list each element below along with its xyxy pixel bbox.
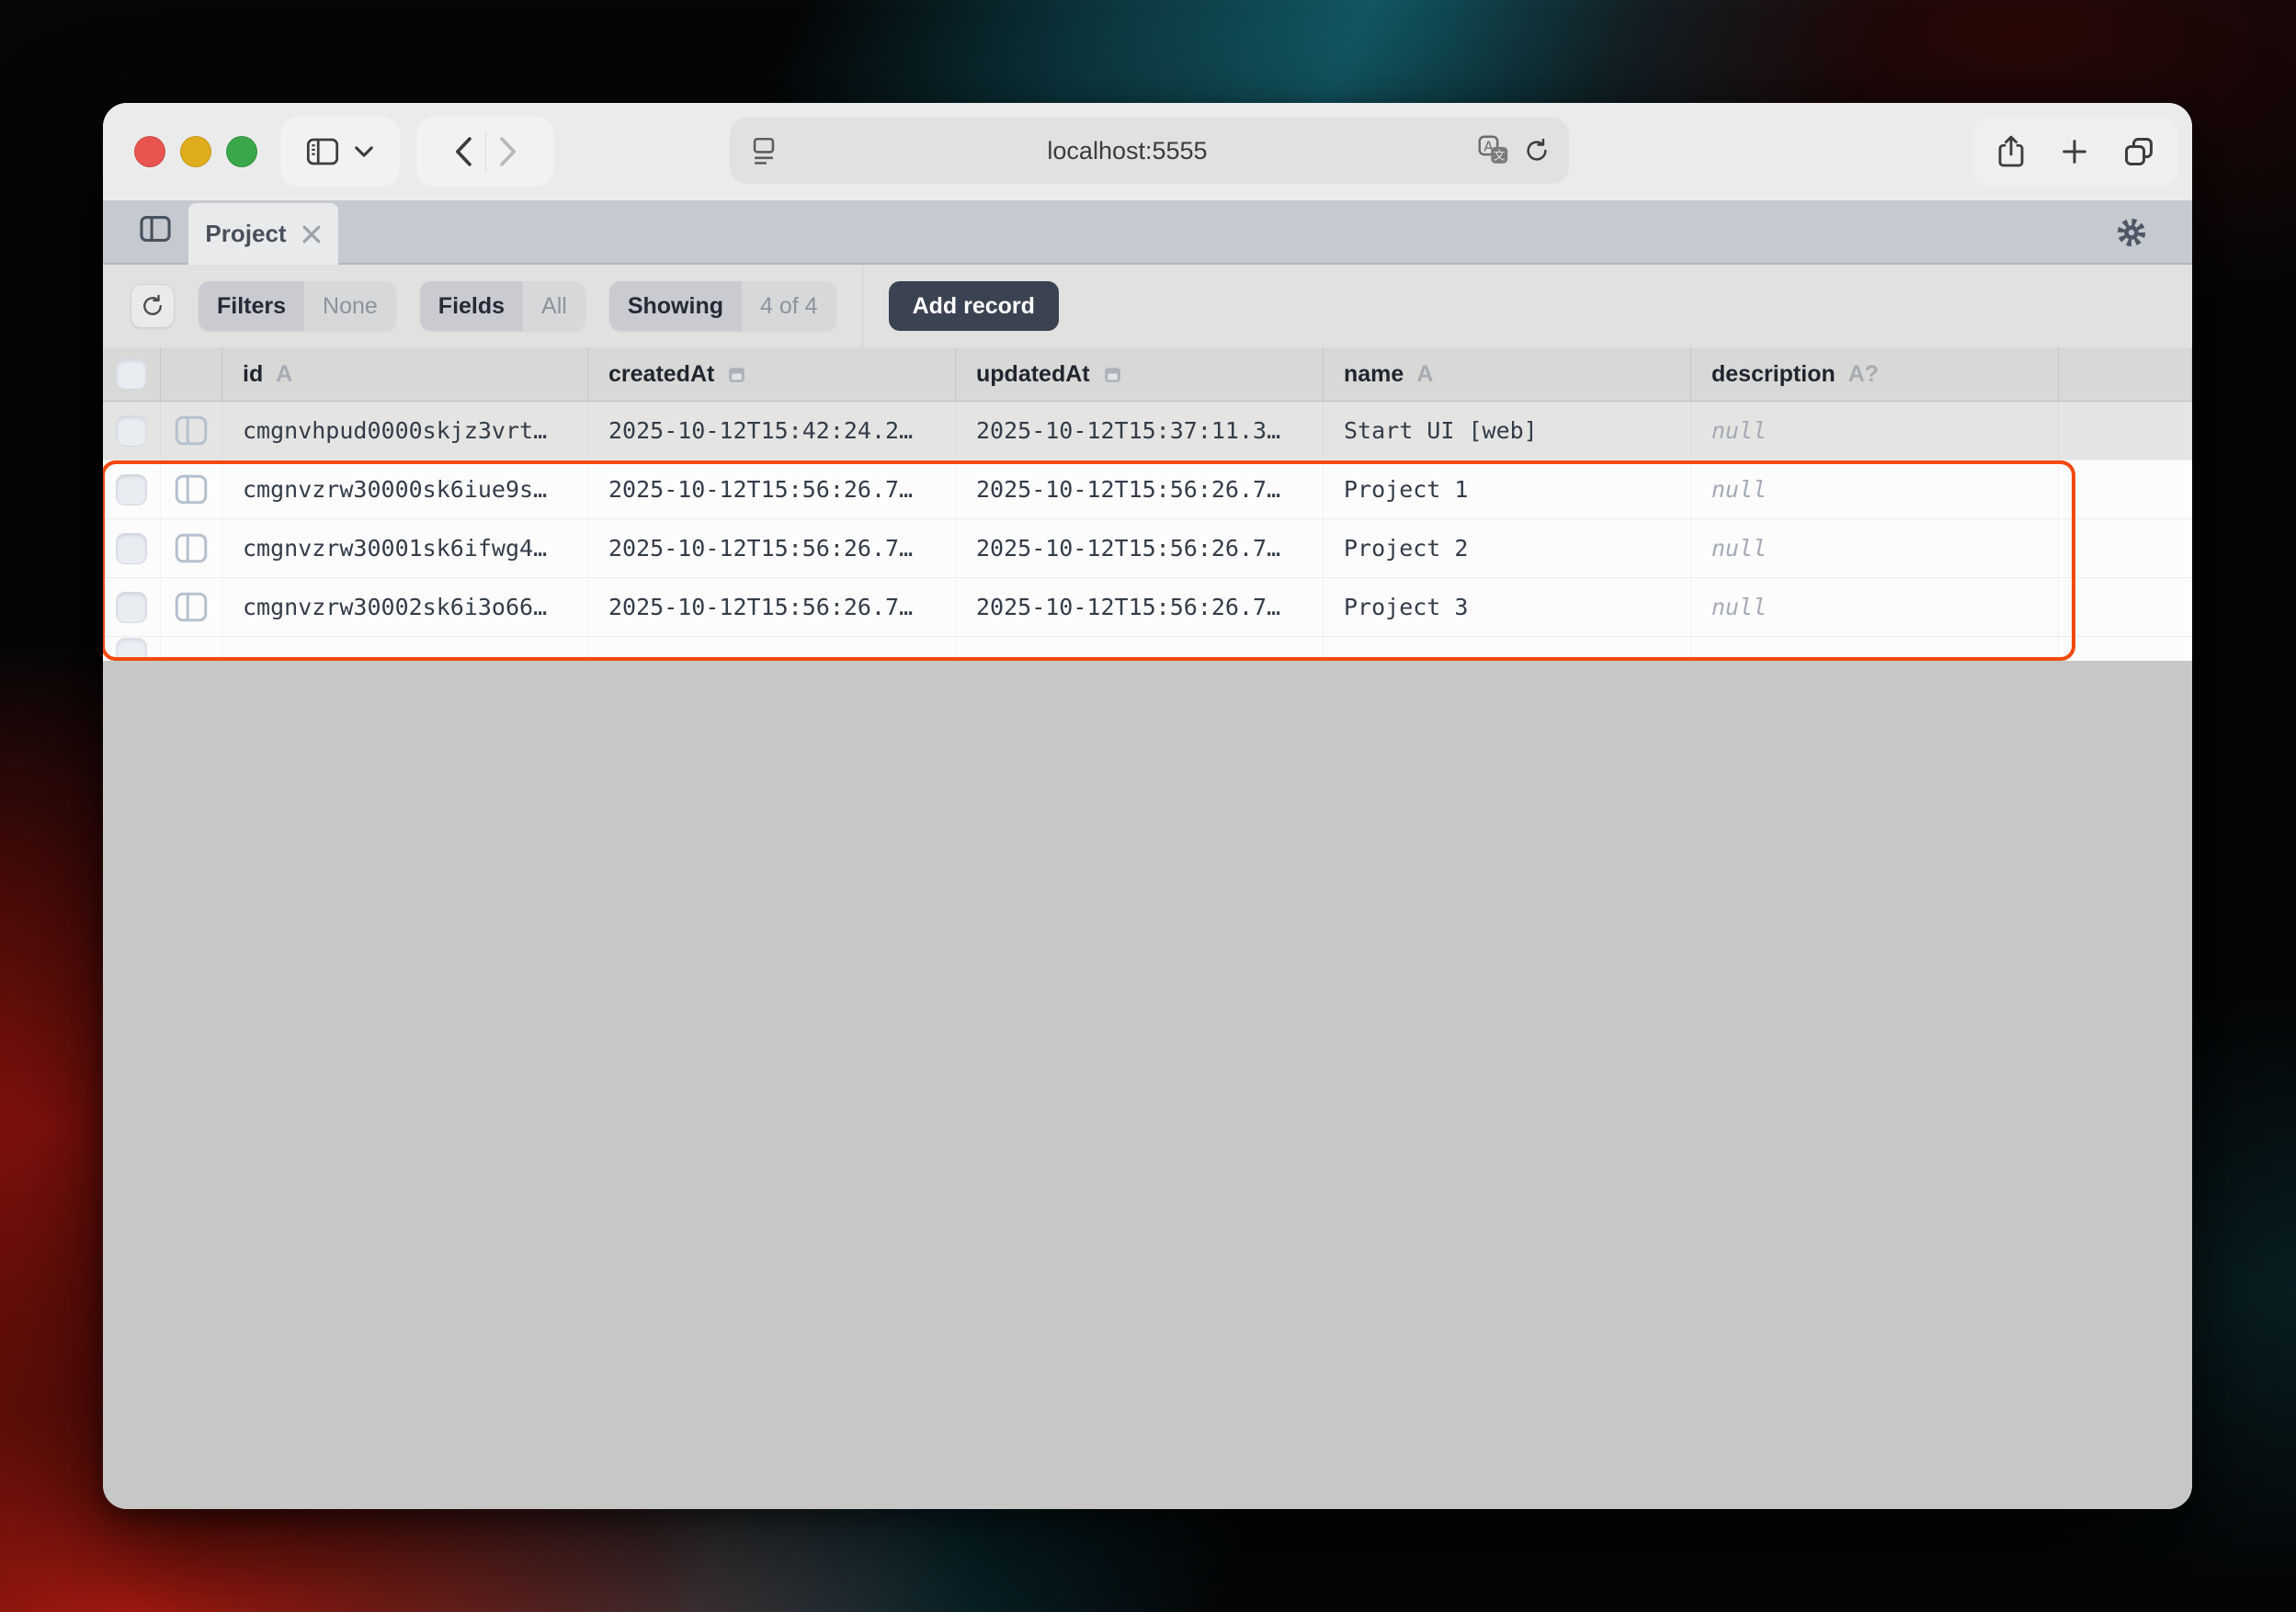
cell-id[interactable]: cmgnvhpud0000skjz3vrt… (222, 402, 588, 460)
column-label: name (1344, 361, 1404, 388)
fields-control[interactable]: Fields All (420, 281, 585, 331)
tab-label: Project (205, 220, 286, 248)
cell-description[interactable]: null (1691, 402, 2059, 460)
zoom-window-button[interactable] (226, 136, 257, 167)
cell-description[interactable]: null (1691, 460, 2059, 518)
add-record-button[interactable]: Add record (889, 281, 1059, 331)
table-content-area: id A createdAt updatedAt name A descript… (103, 347, 2192, 1509)
cell-name[interactable]: Start UI [web] (1324, 402, 1691, 460)
filters-control[interactable]: Filters None (199, 281, 396, 331)
cell-updatedAt[interactable]: 2025-10-12T15:56:26.7… (956, 578, 1324, 636)
cell-createdAt[interactable]: 2025-10-12T15:56:26.7… (588, 460, 956, 518)
chevron-down-icon[interactable] (354, 145, 374, 158)
nav-buttons-group (416, 117, 554, 187)
cell-name[interactable]: Project 1 (1324, 460, 1691, 518)
cell-updatedAt[interactable]: 2025-10-12T15:56:26.7… (956, 460, 1324, 518)
nav-divider (485, 131, 486, 172)
cell-name[interactable]: Project 2 (1324, 519, 1691, 577)
open-record-icon[interactable] (175, 474, 208, 505)
optional-text-type-icon: A? (1848, 361, 1879, 388)
column-header-createdAt[interactable]: createdAt (588, 347, 956, 401)
column-label: updatedAt (976, 361, 1090, 388)
toolbar-divider (862, 265, 863, 347)
cell-description[interactable]: null (1691, 519, 2059, 577)
back-button[interactable] (452, 136, 474, 167)
tab-project[interactable]: Project (188, 203, 338, 265)
traffic-lights (134, 136, 257, 167)
studio-sidebar-toggle-icon[interactable] (140, 215, 171, 243)
table-row: cmgnvzrw30001sk6ifwg4… 2025-10-12T15:56:… (103, 519, 2192, 578)
select-all-checkbox[interactable] (116, 358, 147, 390)
refresh-button[interactable] (131, 284, 175, 328)
fields-value: All (523, 281, 585, 331)
window-actions-group (1972, 117, 2178, 187)
filters-value: None (304, 281, 396, 331)
column-label: createdAt (608, 361, 714, 388)
reload-icon[interactable] (1523, 137, 1551, 165)
cell-description[interactable]: null (1691, 578, 2059, 636)
showing-label: Showing (609, 281, 742, 331)
row-checkbox[interactable] (116, 638, 147, 661)
minimize-window-button[interactable] (180, 136, 211, 167)
filter-toolbar: Filters None Fields All Showing 4 of 4 A… (103, 265, 2192, 347)
studio-tab-strip: Project (103, 200, 2192, 265)
column-header-description[interactable]: description A? (1691, 347, 2059, 401)
fields-label: Fields (420, 281, 523, 331)
table-header: id A createdAt updatedAt name A descript… (103, 347, 2192, 402)
cell-id[interactable]: cmgnvzrw30000sk6iue9s… (222, 460, 588, 518)
date-type-icon (1103, 365, 1122, 384)
sidebar-toggle-group (280, 117, 400, 187)
cell-createdAt[interactable]: 2025-10-12T15:56:26.7… (588, 519, 956, 577)
tab-overview-icon[interactable] (2121, 134, 2156, 169)
column-header-name[interactable]: name A (1324, 347, 1691, 401)
browser-chrome: localhost:5555 A文 (103, 103, 2192, 200)
new-tab-plus-icon[interactable] (2059, 136, 2090, 167)
svg-text:文: 文 (1494, 148, 1506, 162)
row-checkbox[interactable] (116, 592, 147, 623)
table-body: cmgnvhpud0000skjz3vrt… 2025-10-12T15:42:… (103, 402, 2192, 637)
cell-id[interactable]: cmgnvzrw30002sk6i3o66… (222, 578, 588, 636)
row-checkbox[interactable] (116, 474, 147, 505)
browser-window: localhost:5555 A文 (103, 103, 2192, 1509)
row-checkbox[interactable] (116, 533, 147, 564)
text-type-icon: A (1416, 361, 1433, 388)
open-record-icon[interactable] (175, 415, 208, 446)
sidebar-toggle-icon[interactable] (306, 138, 339, 165)
showing-value: 4 of 4 (742, 281, 836, 331)
table-row: cmgnvzrw30000sk6iue9s… 2025-10-12T15:56:… (103, 460, 2192, 519)
translate-icon[interactable]: A文 (1477, 134, 1510, 167)
column-label: id (243, 361, 263, 388)
column-header-id[interactable]: id A (222, 347, 588, 401)
address-bar[interactable]: localhost:5555 A文 (730, 118, 1569, 184)
table-row: cmgnvzrw30002sk6i3o66… 2025-10-12T15:56:… (103, 578, 2192, 637)
open-record-icon[interactable] (175, 592, 208, 622)
close-tab-icon[interactable] (301, 224, 322, 244)
text-type-icon: A (276, 361, 292, 388)
cell-id[interactable]: cmgnvzrw30001sk6ifwg4… (222, 519, 588, 577)
gear-icon[interactable] (2115, 216, 2148, 249)
share-icon[interactable] (1995, 133, 2028, 170)
url-text[interactable]: localhost:5555 (778, 137, 1477, 165)
cell-updatedAt[interactable]: 2025-10-12T15:37:11.3… (956, 402, 1324, 460)
row-checkbox[interactable] (116, 415, 147, 447)
open-record-icon[interactable] (175, 533, 208, 563)
table-row: cmgnvhpud0000skjz3vrt… 2025-10-12T15:42:… (103, 402, 2192, 460)
cell-createdAt[interactable]: 2025-10-12T15:42:24.2… (588, 402, 956, 460)
table-row-stub (103, 637, 2192, 661)
column-header-updatedAt[interactable]: updatedAt (956, 347, 1324, 401)
page-format-icon[interactable] (750, 135, 778, 166)
close-window-button[interactable] (134, 136, 165, 167)
cell-updatedAt[interactable]: 2025-10-12T15:56:26.7… (956, 519, 1324, 577)
showing-control[interactable]: Showing 4 of 4 (609, 281, 836, 331)
forward-button[interactable] (497, 136, 519, 167)
cell-createdAt[interactable]: 2025-10-12T15:56:26.7… (588, 578, 956, 636)
date-type-icon (727, 365, 746, 384)
cell-name[interactable]: Project 3 (1324, 578, 1691, 636)
filters-label: Filters (199, 281, 304, 331)
column-label: description (1711, 361, 1836, 388)
